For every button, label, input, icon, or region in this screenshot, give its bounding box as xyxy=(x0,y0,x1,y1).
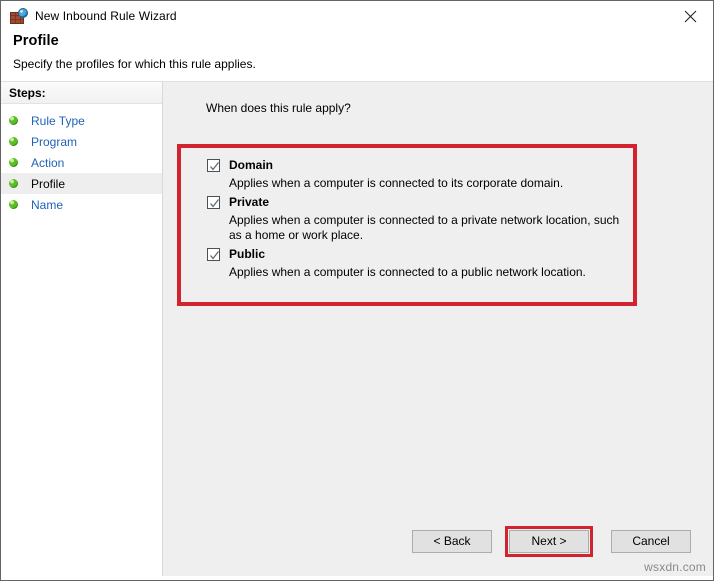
private-checkbox[interactable] xyxy=(207,196,220,209)
page-subtitle: Specify the profiles for which this rule… xyxy=(13,57,713,71)
cancel-button[interactable]: Cancel xyxy=(611,530,691,553)
option-description: Applies when a computer is connected to … xyxy=(229,265,627,280)
sidebar-item-label: Rule Type xyxy=(31,114,85,128)
sidebar-item-label: Program xyxy=(31,135,77,149)
option-public: Public Applies when a computer is connec… xyxy=(207,245,627,280)
green-bullet-icon xyxy=(9,116,18,125)
green-bullet-icon xyxy=(9,200,18,209)
sidebar-item-program[interactable]: Program xyxy=(1,131,162,152)
green-bullet-icon xyxy=(9,179,18,188)
option-label: Public xyxy=(229,247,265,261)
green-bullet-icon xyxy=(9,158,18,167)
steps-sidebar: Steps: Rule Type Program Action Profile xyxy=(1,82,163,576)
back-button[interactable]: < Back xyxy=(412,530,492,553)
sidebar-item-label: Action xyxy=(31,156,64,170)
option-description: Applies when a computer is connected to … xyxy=(229,213,627,243)
main-content: When does this rule apply? Domain Applie… xyxy=(163,82,713,576)
cancel-button-wrap: Cancel xyxy=(593,530,691,553)
option-label: Domain xyxy=(229,158,273,172)
sidebar-item-profile[interactable]: Profile xyxy=(1,173,162,194)
option-description: Applies when a computer is connected to … xyxy=(229,176,627,191)
title-bar: New Inbound Rule Wizard xyxy=(1,1,713,31)
steps-heading: Steps: xyxy=(1,82,162,104)
public-checkbox[interactable] xyxy=(207,248,220,261)
profile-options-group: Domain Applies when a computer is connec… xyxy=(207,156,627,282)
next-button-highlight-box: Next > xyxy=(505,526,593,557)
wizard-button-bar: < Back Next > Cancel xyxy=(163,529,713,553)
next-button[interactable]: Next > xyxy=(509,530,589,553)
window-title: New Inbound Rule Wizard xyxy=(35,9,177,23)
new-inbound-rule-wizard-window: New Inbound Rule Wizard Profile Specify … xyxy=(0,0,714,581)
page-header: Profile Specify the profiles for which t… xyxy=(1,31,713,82)
firewall-icon xyxy=(10,8,27,25)
watermark: wsxdn.com xyxy=(644,560,706,574)
steps-list: Rule Type Program Action Profile Name xyxy=(1,104,162,215)
sidebar-item-label: Name xyxy=(31,198,63,212)
question-text: When does this rule apply? xyxy=(206,101,351,115)
option-label: Private xyxy=(229,195,269,209)
sidebar-item-action[interactable]: Action xyxy=(1,152,162,173)
option-domain: Domain Applies when a computer is connec… xyxy=(207,156,627,191)
close-icon[interactable] xyxy=(668,1,713,31)
option-private: Private Applies when a computer is conne… xyxy=(207,193,627,243)
domain-checkbox[interactable] xyxy=(207,159,220,172)
wizard-body: Steps: Rule Type Program Action Profile xyxy=(1,82,713,576)
sidebar-item-name[interactable]: Name xyxy=(1,194,162,215)
sidebar-item-label: Profile xyxy=(31,177,65,191)
page-title: Profile xyxy=(13,33,713,49)
back-button-wrap: < Back xyxy=(394,530,492,553)
sidebar-item-rule-type[interactable]: Rule Type xyxy=(1,110,162,131)
green-bullet-icon xyxy=(9,137,18,146)
